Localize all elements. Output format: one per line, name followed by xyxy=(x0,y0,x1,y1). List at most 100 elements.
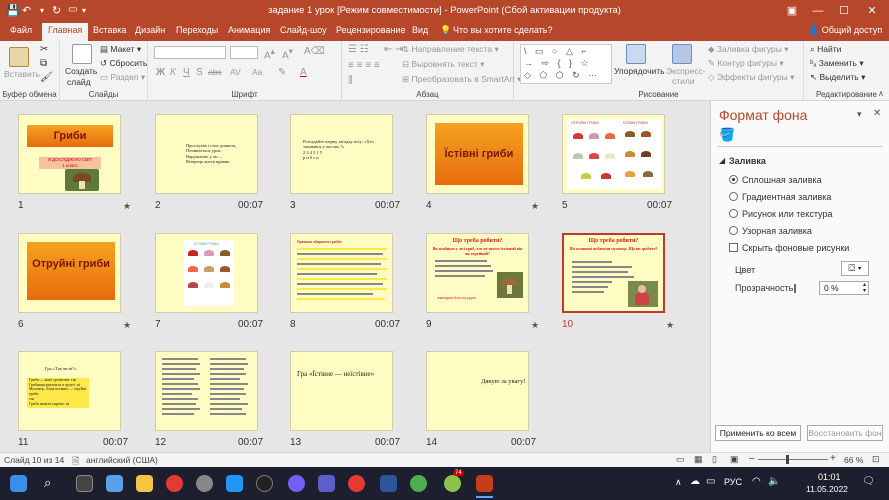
font-name-input[interactable] xyxy=(154,46,226,59)
arrange-icon[interactable] xyxy=(626,44,646,64)
zoom-level[interactable]: 66 % xyxy=(844,455,863,465)
tab-view[interactable]: Вид xyxy=(412,25,428,35)
shape-outline-button[interactable]: ✎ Контур фигуры ▾ xyxy=(708,58,784,69)
spinner-icon[interactable]: ▴ ▾ xyxy=(863,282,866,294)
slide-thumbnail[interactable]: Їстівні гриби xyxy=(426,114,529,194)
smartart-button[interactable]: ⊞ Преобразовать в SmartArt ▾ xyxy=(402,74,521,85)
slide-thumbnail[interactable] xyxy=(155,351,258,431)
powerpoint-icon[interactable] xyxy=(476,475,493,492)
tell-me-box[interactable]: Что вы хотите сделать? xyxy=(453,25,553,35)
ribbon-display-icon[interactable]: ▣ xyxy=(780,2,804,20)
solid-fill-radio[interactable] xyxy=(729,175,738,184)
reset-background-button[interactable]: Восстановить фон xyxy=(807,425,883,441)
strike-button[interactable]: abc xyxy=(208,67,222,77)
browser-icon[interactable]: 74 xyxy=(444,470,464,492)
teams-icon[interactable] xyxy=(318,475,335,492)
sorter-view-icon[interactable]: ▦ xyxy=(694,454,703,465)
clear-format-icon[interactable]: A⌫ xyxy=(304,46,325,57)
slide-thumbnail-selected[interactable]: Що треба робити? На галявині побачили му… xyxy=(562,233,665,313)
hide-background-checkbox[interactable] xyxy=(729,243,738,252)
tab-transitions[interactable]: Переходы xyxy=(176,25,218,35)
tab-file[interactable]: Файл xyxy=(10,25,32,35)
paste-button[interactable]: Вставить xyxy=(4,69,40,79)
viber-icon[interactable] xyxy=(288,475,305,492)
notifications-icon[interactable]: 🗨 xyxy=(862,476,875,487)
tab-slideshow[interactable]: Слайд-шоу xyxy=(280,25,327,35)
search-icon[interactable]: ⌕ xyxy=(44,475,51,491)
tab-review[interactable]: Рецензирование xyxy=(336,25,406,35)
zoom-slider[interactable] xyxy=(758,459,828,460)
shrink-font-icon[interactable]: A▾ xyxy=(282,46,293,61)
color-picker-button[interactable]: ⛋ ▾ xyxy=(841,261,869,276)
transparency-input[interactable]: 0 % ▴ ▾ xyxy=(819,281,869,295)
media-player-icon[interactable] xyxy=(256,475,273,492)
language-indicator[interactable]: английский (США) xyxy=(86,455,158,465)
pattern-fill-radio[interactable] xyxy=(729,226,738,235)
font-color-icon[interactable]: A xyxy=(300,67,307,78)
collapse-ribbon-icon[interactable]: ∧ xyxy=(878,89,884,98)
tab-home[interactable]: Главная xyxy=(42,23,89,41)
bold-button[interactable]: Ж xyxy=(156,67,165,78)
slide-thumbnail[interactable]: ЇСТІВНІ ГРИБИ xyxy=(155,233,258,313)
battery-icon[interactable]: ▭ xyxy=(706,476,715,487)
tray-overflow-icon[interactable]: ∧ xyxy=(675,477,682,488)
font-size-input[interactable] xyxy=(230,46,258,59)
word-icon[interactable] xyxy=(380,475,397,492)
pane-options-icon[interactable]: ▾ xyxy=(857,109,862,120)
shapes-gallery[interactable]: \ ▭ ○ △ ⌐ → ⇨ { } ☆ ◇ ⬠ ⬡ ↻ ⋯ xyxy=(520,44,612,84)
slide-thumbnail[interactable]: Гра «Їстівне — неїстівне» xyxy=(290,351,393,431)
slide-thumbnail[interactable]: Гриби Я ДОСЛІДЖУЮ СВІТ 1 класс xyxy=(18,114,121,194)
quick-styles-icon[interactable] xyxy=(672,44,692,64)
file-explorer-icon[interactable] xyxy=(136,475,153,492)
slide-thumbnail[interactable]: Що треба робити? Ви знайшли у лісі гриб,… xyxy=(426,233,529,313)
shadow-button[interactable]: S xyxy=(196,67,203,78)
zoom-app-icon[interactable] xyxy=(226,475,243,492)
pane-close-icon[interactable]: ✕ xyxy=(873,108,881,119)
slide-thumbnail[interactable]: Правила збирання грибів xyxy=(290,233,393,313)
tab-insert[interactable]: Вставка xyxy=(93,25,126,35)
chrome-icon[interactable] xyxy=(410,475,427,492)
select-button[interactable]: ↖ Выделить ▾ xyxy=(810,72,865,83)
gradient-fill-radio[interactable] xyxy=(729,192,738,201)
new-slide-icon[interactable] xyxy=(72,44,92,64)
grow-font-icon[interactable]: A▴ xyxy=(264,46,275,61)
columns-icon[interactable]: ⫼ xyxy=(348,75,353,86)
camera-icon[interactable] xyxy=(196,475,213,492)
keyboard-language[interactable]: РУС xyxy=(724,477,742,487)
clock-time[interactable]: 01:01 xyxy=(818,472,841,482)
fill-section-header[interactable]: Заливка xyxy=(729,156,766,166)
format-painter-icon[interactable]: 🖌 xyxy=(40,72,53,83)
normal-view-icon[interactable]: ▭ xyxy=(676,454,685,465)
zoom-in-icon[interactable]: + xyxy=(830,453,836,464)
zoom-thumb[interactable] xyxy=(786,455,789,464)
arrange-button[interactable]: Упорядочить xyxy=(614,66,665,76)
slide-thumbnail[interactable]: Гра «Так чи ні?» Гриби — живі організми:… xyxy=(18,351,121,431)
section-collapse-icon[interactable]: ◢ xyxy=(719,156,725,165)
underline-button[interactable]: Ч xyxy=(183,67,190,78)
apply-to-all-button[interactable]: Применить ко всем xyxy=(715,425,801,441)
replace-button[interactable]: ᵇₐ Заменить ▾ xyxy=(810,58,864,69)
indent-icon[interactable]: ⇤ ⇥ xyxy=(384,44,404,55)
wifi-icon[interactable]: ◠ xyxy=(752,476,761,487)
quick-styles-button[interactable]: Экспресс- xyxy=(666,66,706,76)
align-icon[interactable]: ≡ ≡ ≡ ≡ xyxy=(348,60,380,71)
zoom-out-icon[interactable]: – xyxy=(749,453,755,464)
share-button[interactable]: 👤 Общий доступ xyxy=(808,25,882,36)
network-icon[interactable]: ☁ xyxy=(690,476,700,487)
align-text-button[interactable]: ⊟ Выровнять текст ▾ xyxy=(402,59,484,70)
volume-icon[interactable]: 🔈 xyxy=(768,476,780,487)
slide-thumbnail[interactable]: Дякую за увагу! xyxy=(426,351,529,431)
text-direction-button[interactable]: ⇅ Направление текста ▾ xyxy=(402,44,499,55)
slideshow-view-icon[interactable]: ▣ xyxy=(730,454,739,465)
slide-thumbnail[interactable]: ОТРУЙНІ ГРИБИ ЇСТІВНІ ГРИБИ xyxy=(562,114,665,194)
paste-icon[interactable] xyxy=(9,47,29,67)
tab-animation[interactable]: Анимация xyxy=(228,25,270,35)
layout-button[interactable]: ▤ Макет ▾ xyxy=(100,44,141,55)
find-button[interactable]: ⌕ Найти xyxy=(810,44,841,55)
slide-thumbnail[interactable]: Отруйні гриби xyxy=(18,233,121,313)
clock-date[interactable]: 11.05.2022 xyxy=(806,484,848,494)
char-spacing-button[interactable]: AV xyxy=(230,67,241,77)
transparency-slider[interactable] xyxy=(794,284,796,293)
close-icon[interactable]: ✕ xyxy=(860,2,884,20)
tab-design[interactable]: Дизайн xyxy=(135,25,165,35)
